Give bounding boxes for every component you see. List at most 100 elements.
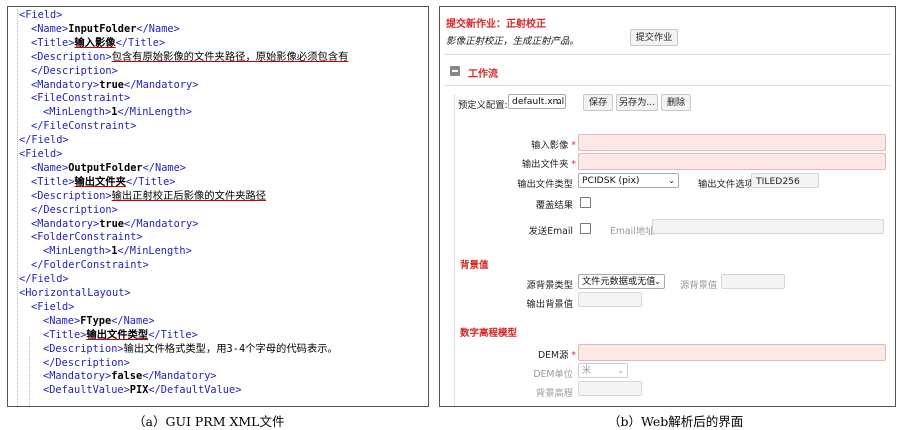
xml-tag: </Mandatory>: [142, 370, 217, 383]
preset-label: 预定义配置:: [458, 100, 508, 111]
divider: [444, 54, 891, 55]
xml-tag: <Mandatory>: [31, 217, 100, 230]
preset-select[interactable]: default.xml ⌄: [508, 94, 566, 109]
save-as-button[interactable]: 另存为...: [616, 94, 658, 111]
xml-line: <Name>FType</Name>: [43, 315, 155, 329]
dem-source-label: DEM源 *: [538, 347, 576, 361]
xml-tag: <MinLength>: [43, 106, 112, 119]
output-folder-field[interactable]: [578, 153, 886, 170]
xml-line: </FileConstraint>: [31, 120, 136, 134]
job-description: 影像正射校正，生成正射产品。: [446, 36, 580, 47]
xml-tag: <Mandatory>: [43, 370, 112, 383]
source-bg-type-select[interactable]: 文件元数据或无值 ⌄: [578, 274, 665, 289]
xml-line: <FolderConstraint>: [31, 231, 143, 245]
xml-value: PIX: [129, 384, 149, 397]
send-email-label: 发送Email: [528, 226, 573, 237]
xml-tag: </FolderConstraint>: [31, 259, 149, 272]
input-image-label-text: 输入影像: [531, 140, 569, 151]
xml-line: <Mandatory>false</Mandatory>: [43, 370, 217, 384]
xml-line: <Title>输出文件类型</Title>: [43, 329, 198, 343]
xml-tag: </MinLength>: [117, 106, 192, 119]
xml-tag: <Field>: [19, 148, 63, 160]
xml-tag: </Description>: [31, 203, 118, 216]
dem-unit-select[interactable]: 米 ⌄: [578, 363, 628, 378]
dem-source-field[interactable]: [578, 344, 886, 361]
xml-tag: <FolderConstraint>: [31, 231, 143, 244]
xml-value: InputFolder: [68, 22, 137, 35]
xml-line: <Mandatory>true</Mandatory>: [31, 218, 198, 232]
input-image-field[interactable]: [578, 134, 886, 151]
xml-value: FType: [80, 314, 112, 327]
xml-value: 包含有原始影像的文件夹路径，原始影像必须包含有: [111, 50, 349, 63]
background-elevation-field[interactable]: [578, 381, 642, 396]
dem-section-title: 数字高程模型: [460, 328, 518, 339]
xml-line: <Description>包含有原始影像的文件夹路径，原始影像必须包含有: [31, 51, 348, 65]
xml-line: </Description>: [31, 204, 118, 218]
xml-tag: <Name>: [43, 314, 81, 327]
job-title: 提交新作业：正射校正: [446, 19, 546, 30]
send-email-checkbox[interactable]: [580, 223, 591, 234]
email-address-field[interactable]: [652, 219, 884, 234]
dem-unit-value: 米: [582, 365, 592, 376]
xml-tag: </MinLength>: [117, 245, 192, 258]
section-left-border: [454, 94, 455, 406]
xml-tag: </Name>: [136, 22, 180, 35]
source-bg-value-label: 源背景值: [680, 280, 718, 291]
required-mark: *: [571, 350, 576, 361]
xml-line: <MinLength>1</MinLength>: [43, 245, 192, 259]
submit-job-button[interactable]: 提交作业: [630, 29, 678, 46]
delete-button[interactable]: 删除: [661, 94, 691, 111]
source-bg-value-field[interactable]: [721, 274, 785, 289]
collapse-icon[interactable]: [450, 66, 460, 76]
xml-line: </Description>: [31, 65, 118, 79]
xml-tag: </FileConstraint>: [31, 120, 137, 133]
output-type-select[interactable]: PCIDSK (pix) ⌄: [578, 173, 679, 188]
output-folder-label: 输出文件夹 *: [522, 156, 576, 170]
xml-tag: <DefaultValue>: [43, 384, 130, 397]
xml-line: <MinLength>1</MinLength>: [43, 106, 192, 120]
xml-line: <Field>: [19, 148, 62, 162]
chevron-down-icon: ⌄: [668, 176, 675, 185]
output-folder-label-text: 输出文件夹: [521, 159, 569, 170]
output-type-value: PCIDSK (pix): [582, 175, 640, 186]
xml-line: <Mandatory>true</Mandatory>: [31, 79, 198, 93]
web-form-panel: 提交新作业：正射校正 影像正射校正，生成正射产品。 提交作业 工作流 预定义配置…: [439, 6, 896, 407]
background-section-title: 背景值: [460, 260, 489, 271]
source-bg-type-value: 文件元数据或无值: [582, 276, 656, 287]
output-option-field[interactable]: TILED256: [751, 173, 819, 188]
xml-line: <FileConstraint>: [31, 92, 130, 106]
xml-tag: <MinLength>: [43, 245, 112, 258]
xml-tag: </Title>: [125, 175, 176, 188]
xml-tag: </Title>: [115, 36, 166, 49]
output-bg-value-field[interactable]: [578, 292, 642, 307]
input-image-label: 输入影像 *: [531, 137, 576, 151]
chevron-down-icon: ⌄: [654, 277, 661, 286]
divider: [444, 85, 891, 86]
xml-tag: </Description>: [31, 64, 118, 77]
indent-guide: [29, 337, 30, 406]
xml-line: <Name>OutputFolder</Name>: [31, 162, 186, 176]
xml-line: <Description>输出文件格式类型，用3-4个字母的代码表示。: [43, 343, 338, 357]
xml-tag: </Description>: [43, 356, 130, 369]
xml-tag: </Field>: [19, 134, 69, 147]
xml-tag: <Title>: [31, 36, 75, 49]
xml-value: 输入影像: [74, 36, 116, 49]
xml-tag: </Mandatory>: [124, 217, 199, 230]
xml-value: 输出文件类型: [86, 328, 149, 341]
overwrite-checkbox[interactable]: [580, 197, 591, 208]
xml-tag: </Name>: [142, 161, 187, 174]
xml-tag: <FileConstraint>: [31, 92, 131, 105]
xml-tag: <Title>: [31, 175, 75, 188]
xml-value: OutputFolder: [68, 161, 143, 174]
xml-value: false: [111, 370, 143, 383]
workflow-section-title: 工作流: [468, 69, 498, 80]
save-button[interactable]: 保存: [583, 94, 613, 111]
email-address-label: Email地址: [610, 226, 655, 237]
xml-tag: <Field>: [31, 300, 75, 313]
xml-tag: </Name>: [111, 314, 155, 327]
caption-left: （a）GUI PRM XML文件: [133, 414, 285, 429]
xml-value: 输出文件格式类型，用3-4个字母的代码表示。: [123, 342, 338, 355]
indent-guide: [17, 9, 18, 406]
xml-line: <Field>: [19, 9, 62, 23]
chevron-down-icon: ⌄: [555, 97, 562, 106]
